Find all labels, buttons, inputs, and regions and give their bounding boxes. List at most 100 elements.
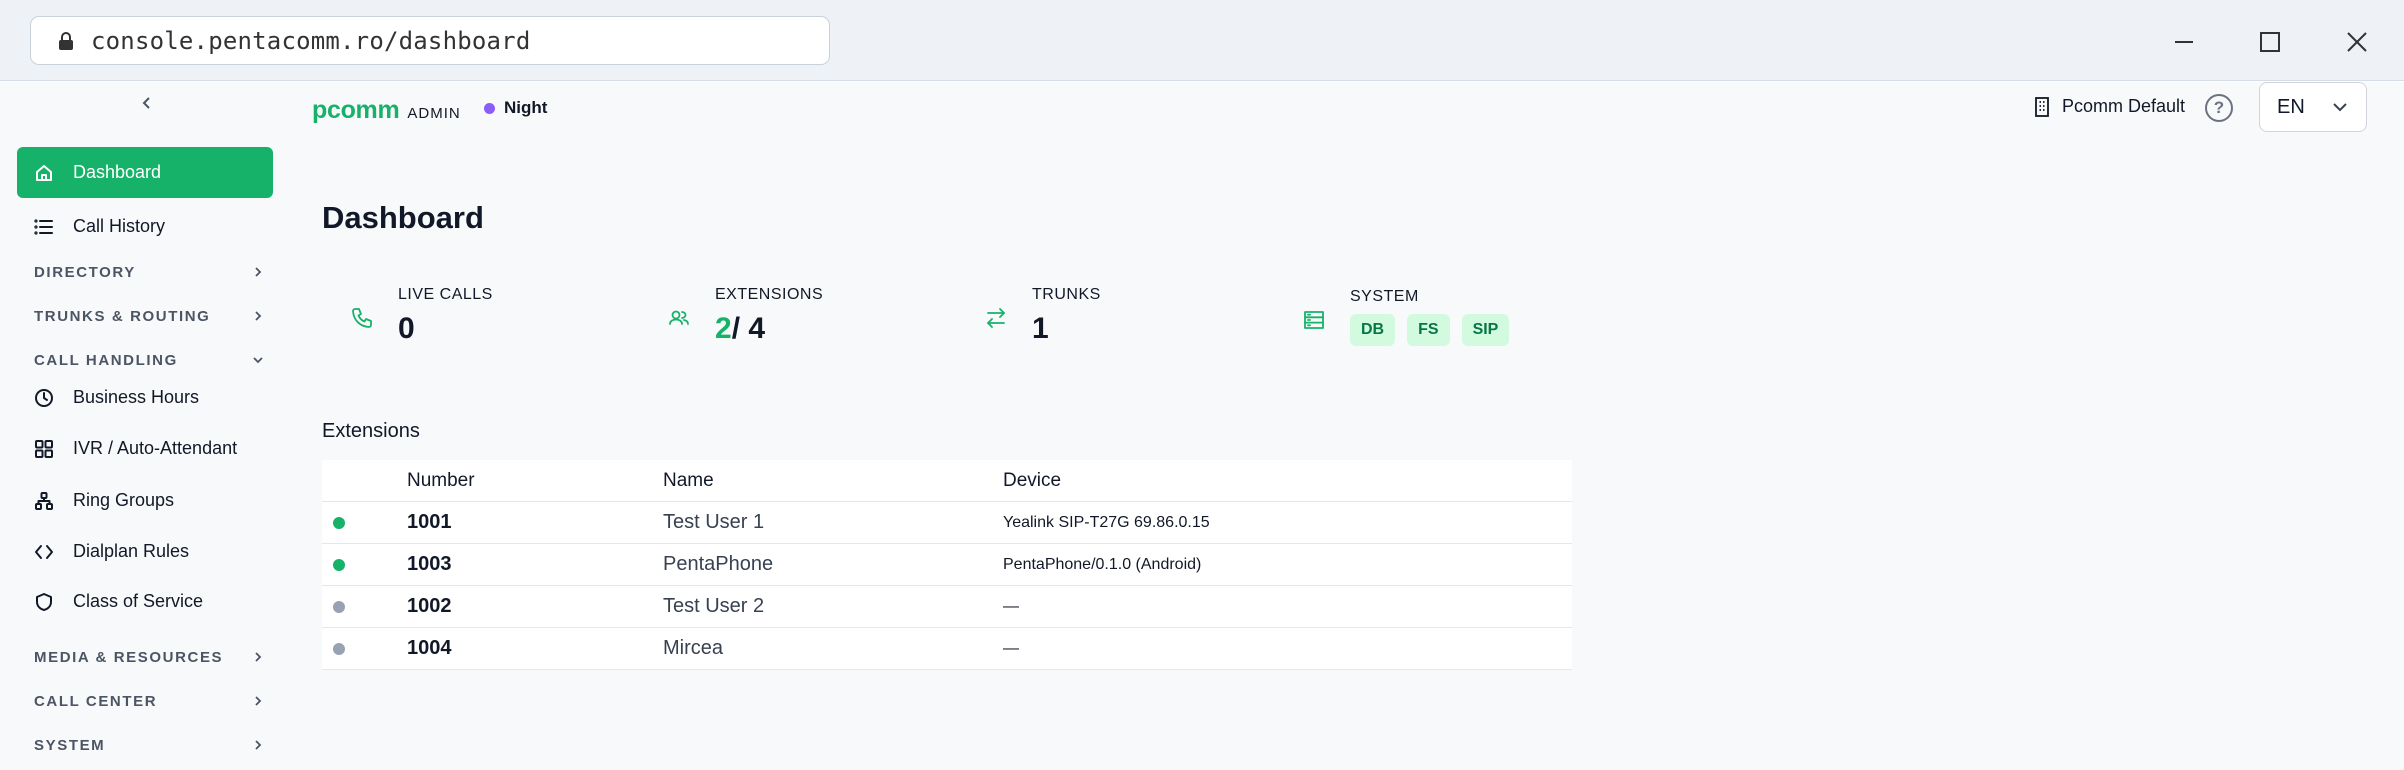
help-icon[interactable]: ? [2205, 94, 2233, 122]
shield-icon [33, 591, 55, 613]
clock-icon [33, 387, 55, 409]
phone-icon [350, 306, 376, 332]
extension-number: 1003 [407, 553, 452, 575]
extension-name: PentaPhone [663, 553, 774, 575]
status-online-dot [333, 516, 345, 529]
stat-label: EXTENSIONS [715, 286, 824, 303]
column-header-name[interactable]: Name [663, 470, 1003, 492]
sidebar-item-dashboard[interactable]: Dashboard [17, 147, 273, 198]
extension-device: — [1003, 597, 1019, 615]
stat-extensions: EXTENSIONS 2/ 4 [667, 286, 823, 346]
section-label: MEDIA & RESOURCES [34, 648, 224, 666]
address-bar[interactable]: console.pentacomm.ro/dashboard [30, 16, 830, 65]
system-badge-fs: FS [1407, 314, 1450, 346]
table-row[interactable]: 1001 Test User 1 Yealink SIP-T27G 69.86.… [322, 502, 1572, 544]
sidebar-section-trunks-routing[interactable]: TRUNKS & ROUTING [34, 301, 264, 331]
sidebar-section-directory[interactable]: DIRECTORY [34, 257, 264, 287]
grid-icon [33, 438, 55, 460]
status-offline-dot [333, 600, 345, 613]
app-container: Dashboard Call History DIRECTORY TRUNKS … [0, 82, 2404, 770]
section-label: CALL HANDLING [34, 351, 178, 369]
sidebar-item-label: Call History [73, 216, 166, 236]
section-label: TRUNKS & ROUTING [34, 307, 211, 325]
brand-suffix: ADMIN [407, 105, 461, 122]
extension-number: 1002 [407, 595, 452, 617]
sidebar: Dashboard Call History DIRECTORY TRUNKS … [0, 82, 290, 770]
column-header-device[interactable]: Device [1003, 470, 1572, 492]
status-online-dot [333, 558, 345, 571]
sidebar-item-label: Business Hours [73, 387, 200, 407]
brand-name: pcomm [312, 96, 400, 124]
column-header-number[interactable]: Number [407, 470, 663, 492]
stat-label: LIVE CALLS [398, 286, 493, 303]
building-icon [2035, 96, 2049, 117]
table-row[interactable]: 1004 Mircea — [322, 628, 1572, 670]
close-window-button[interactable] [2337, 22, 2377, 62]
code-icon [33, 541, 55, 563]
table-row[interactable]: 1002 Test User 2 — [322, 586, 1572, 628]
section-label: DIRECTORY [34, 263, 136, 281]
sidebar-item-ivr[interactable]: IVR / Auto-Attendant [17, 423, 273, 474]
sidebar-item-label: Class of Service [73, 591, 204, 611]
chevron-right-icon [255, 267, 262, 277]
chevron-left-icon [142, 97, 150, 109]
server-icon [1302, 308, 1328, 334]
list-icon [33, 216, 55, 238]
sidebar-item-dialplan-rules[interactable]: Dialplan Rules [17, 526, 273, 577]
table-row[interactable]: 1003 PentaPhone PentaPhone/0.1.0 (Androi… [322, 544, 1572, 586]
sidebar-item-ring-groups[interactable]: Ring Groups [17, 475, 273, 526]
extensions-heading: Extensions [322, 420, 420, 442]
sidebar-item-call-history[interactable]: Call History [17, 201, 273, 252]
language-select[interactable]: EN [2259, 82, 2367, 132]
extension-name: Test User 1 [663, 511, 765, 533]
chevron-down-icon [253, 357, 263, 364]
extension-number: 1001 [407, 511, 452, 533]
mode-dot [484, 102, 495, 114]
sidebar-item-label: IVR / Auto-Attendant [73, 438, 238, 458]
lock-icon [59, 31, 73, 50]
stat-value: 1 [1032, 312, 1049, 345]
maximize-button[interactable] [2250, 22, 2290, 62]
stat-live-calls: LIVE CALLS 0 [350, 286, 493, 346]
extension-number: 1004 [407, 637, 452, 659]
sidebar-item-label: Dialplan Rules [73, 541, 190, 561]
sidebar-item-business-hours[interactable]: Business Hours [17, 372, 273, 423]
stat-system: SYSTEM DB FS SIP [1302, 288, 1521, 346]
sidebar-section-call-handling[interactable]: CALL HANDLING [34, 345, 264, 375]
swap-arrows-icon [984, 306, 1010, 332]
system-badge-sip: SIP [1461, 314, 1510, 346]
status-offline-dot [333, 642, 345, 655]
extensions-total: / 4 [731, 312, 766, 345]
url-text: console.pentacomm.ro/dashboard [91, 26, 531, 55]
chevron-right-icon [255, 311, 262, 321]
sidebar-section-call-center[interactable]: CALL CENTER [34, 686, 264, 716]
stat-label: TRUNKS [1032, 286, 1101, 303]
extensions-table: Number Name Device 1001 Test User 1 Yeal… [322, 460, 1572, 670]
help-glyph: ? [2213, 98, 2225, 117]
minimize-button[interactable] [2164, 22, 2204, 62]
sidebar-item-label: Ring Groups [73, 490, 175, 510]
stat-value: 0 [398, 312, 415, 345]
sidebar-item-label: Dashboard [73, 162, 162, 182]
stat-label: SYSTEM [1350, 288, 1419, 305]
stat-trunks: TRUNKS 1 [984, 286, 1101, 346]
home-icon [33, 162, 55, 184]
sidebar-section-media-resources[interactable]: MEDIA & RESOURCES [34, 642, 264, 672]
extensions-online: 2 [715, 312, 732, 345]
system-badge-db: DB [1350, 314, 1396, 346]
extension-device: — [1003, 639, 1019, 657]
mode-indicator[interactable]: Night [484, 98, 547, 118]
chevron-right-icon [255, 652, 262, 662]
brand-logo[interactable]: pcomm ADMIN [312, 96, 461, 125]
extension-device: Yealink SIP-T27G 69.86.0.15 [1003, 513, 1210, 531]
language-value: EN [2277, 95, 2305, 118]
sidebar-section-system[interactable]: SYSTEM [34, 730, 264, 760]
sidebar-item-class-of-service[interactable]: Class of Service [17, 576, 273, 627]
tenant-name: Pcomm Default [2062, 96, 2186, 116]
table-header: Number Name Device [322, 460, 1572, 502]
sidebar-collapse-button[interactable] [132, 88, 162, 118]
chevron-right-icon [255, 696, 262, 706]
users-icon [667, 306, 693, 332]
page-title: Dashboard [322, 200, 484, 235]
tenant-selector[interactable]: Pcomm Default [2034, 96, 2185, 117]
